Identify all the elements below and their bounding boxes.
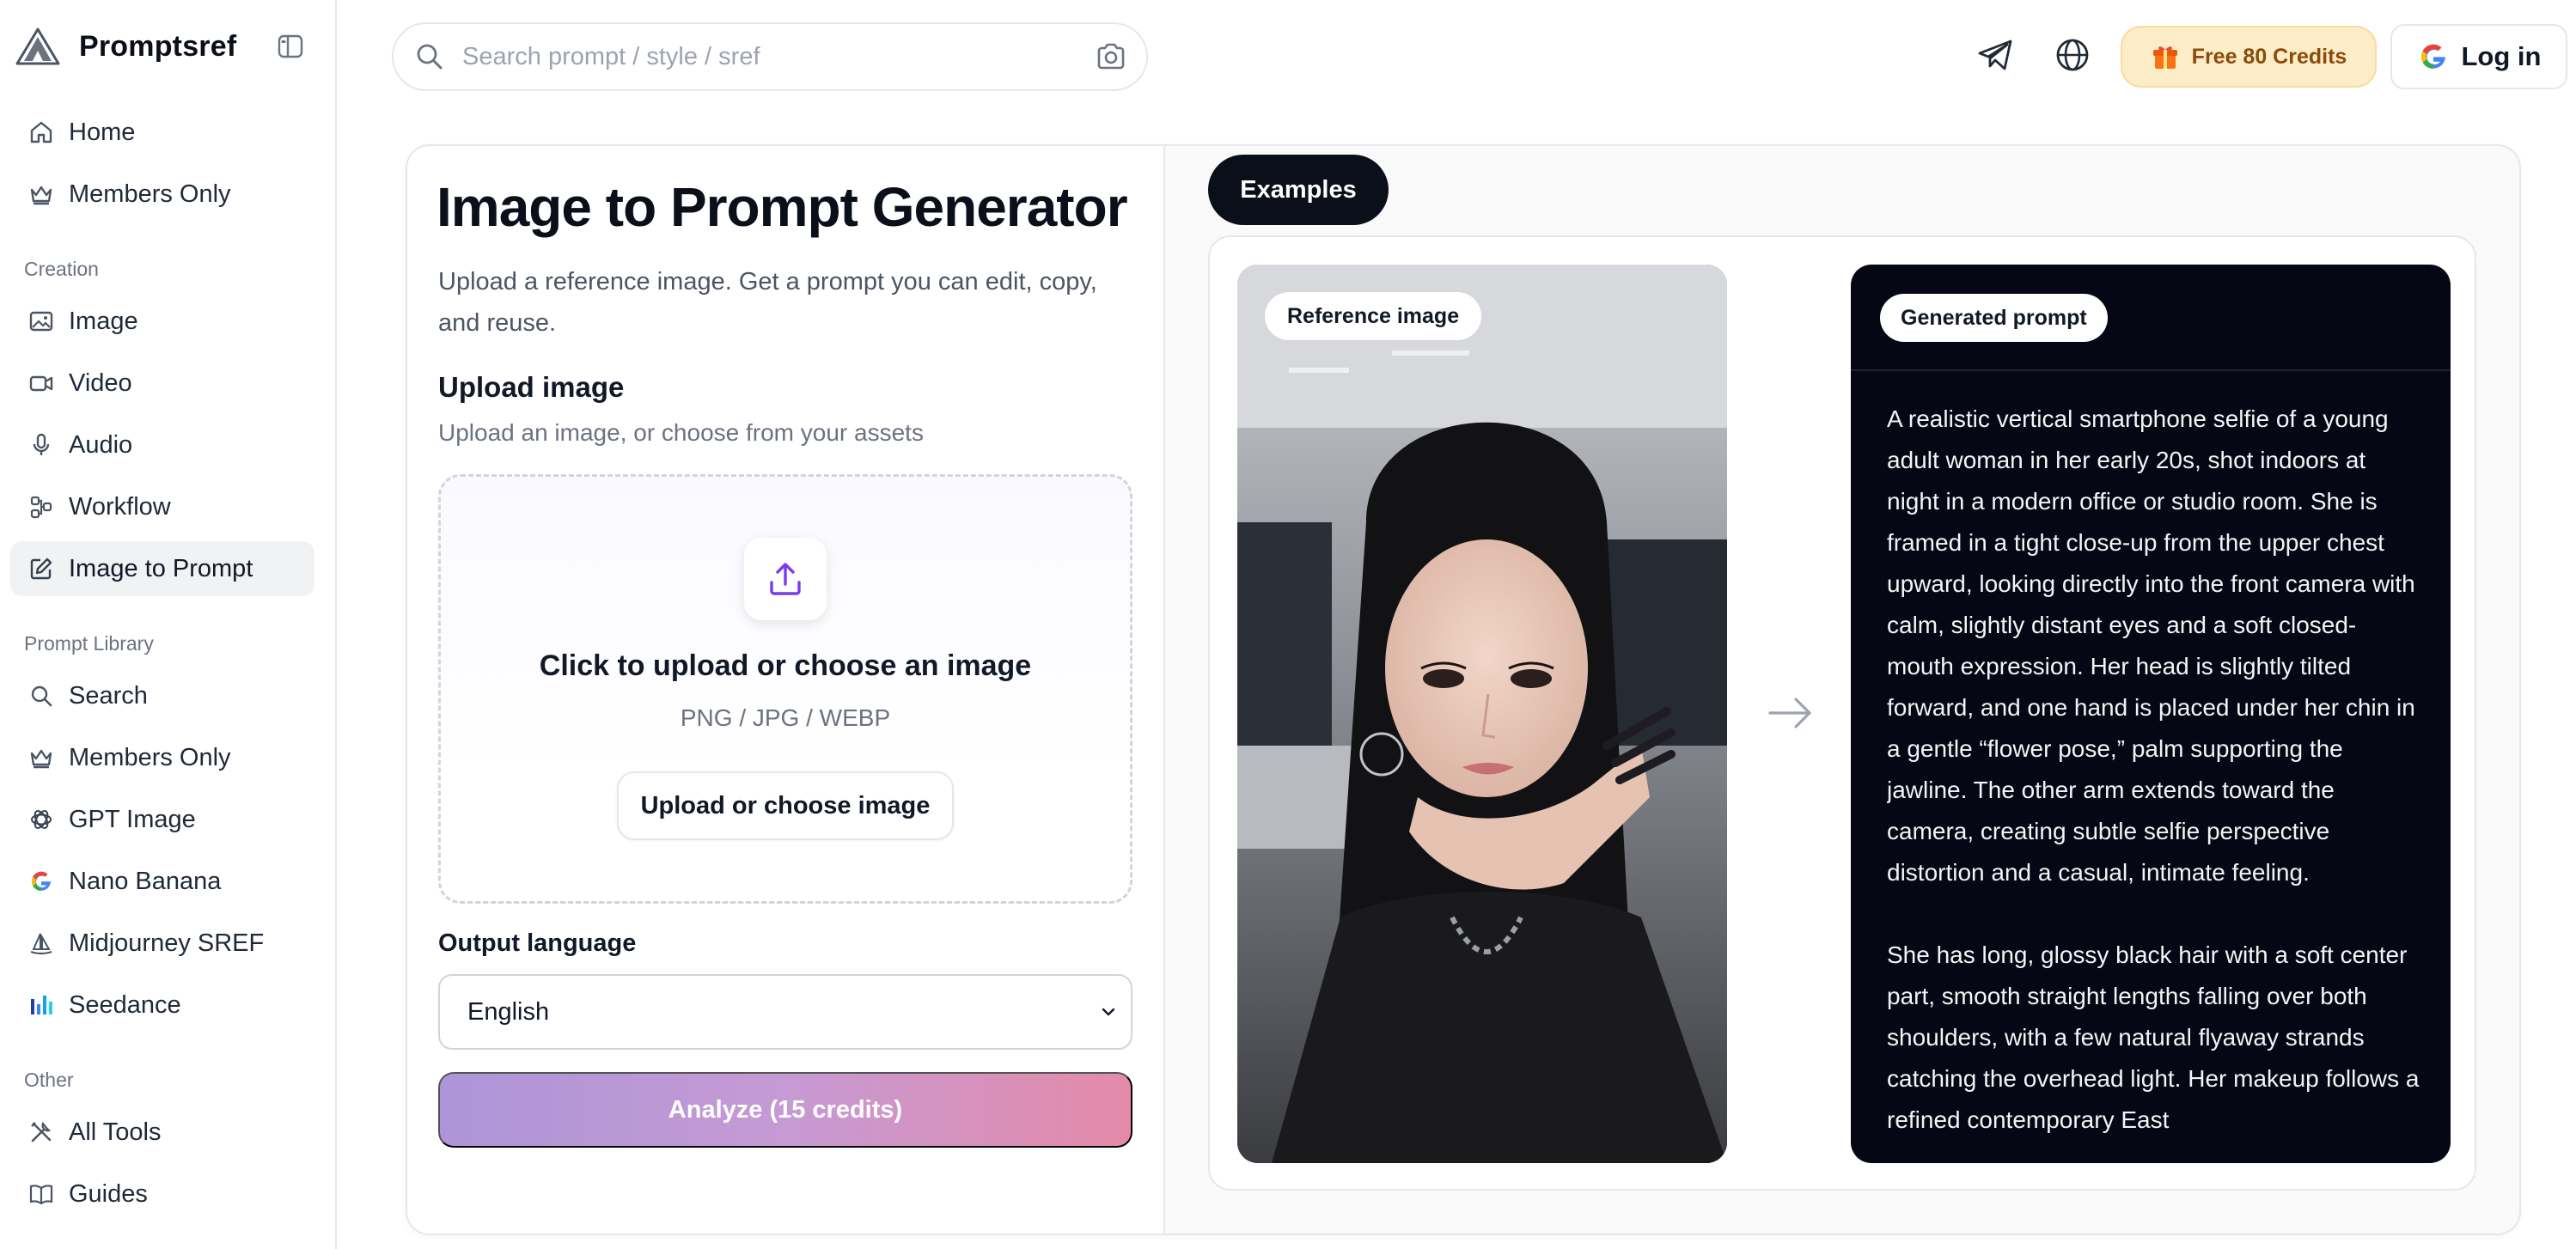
sidebar-item-label: GPT Image: [69, 805, 196, 833]
reference-image-badge: Reference image: [1265, 292, 1482, 340]
sidebar-item-seedance[interactable]: Seedance: [10, 978, 314, 1033]
section-label-other: Other: [24, 1069, 74, 1091]
login-label: Log in: [2461, 41, 2542, 71]
upload-icon: [744, 538, 827, 620]
sidebar-item-label: Members Only: [69, 743, 231, 771]
sidebar-item-home[interactable]: Home: [10, 105, 314, 160]
crown-icon: [27, 180, 55, 208]
output-language-select[interactable]: English: [438, 974, 1132, 1050]
sidebar-item-label: All Tools: [69, 1118, 162, 1146]
sidebar-item-gpt-image[interactable]: GPT Image: [10, 792, 314, 847]
globe-icon[interactable]: [2054, 36, 2091, 74]
sidebar-item-audio[interactable]: Audio: [10, 417, 314, 472]
analyze-button[interactable]: Analyze (15 credits): [438, 1072, 1132, 1148]
sidebar-item-members-only-library[interactable]: Members Only: [10, 730, 314, 785]
sidebar-item-workflow[interactable]: Workflow: [10, 479, 314, 534]
search-input[interactable]: [462, 42, 1095, 71]
prompt-divider: [1851, 369, 2451, 371]
camera-icon[interactable]: [1095, 40, 1127, 73]
pencil-icon: [27, 555, 55, 582]
sidebar-item-image[interactable]: Image: [10, 294, 314, 349]
search-bar[interactable]: [392, 22, 1148, 91]
home-icon: [27, 119, 55, 146]
section-label-creation: Creation: [24, 258, 99, 280]
bars-icon: [27, 991, 55, 1019]
section-label-prompt-library: Prompt Library: [24, 632, 154, 655]
sidebar-item-label: Members Only: [69, 180, 231, 208]
panel-divider: [1163, 146, 1165, 1234]
microphone-icon: [27, 431, 55, 459]
output-language-value: English: [467, 997, 550, 1026]
search-icon: [27, 682, 55, 710]
sidebar-item-label: Image to Prompt: [69, 554, 253, 582]
book-icon: [27, 1180, 55, 1208]
sidebar-item-label: Video: [69, 369, 132, 397]
video-icon: [27, 369, 55, 397]
login-button[interactable]: Log in: [2390, 24, 2567, 89]
upload-subheading: Upload an image, or choose from your ass…: [438, 419, 924, 446]
sidebar-item-label: Audio: [69, 430, 133, 459]
sidebar-item-all-tools[interactable]: All Tools: [10, 1105, 314, 1160]
prompt-paragraph: A realistic vertical smartphone selfie o…: [1887, 405, 2415, 886]
sidebar-item-search[interactable]: Search: [10, 668, 314, 723]
dropzone-formats: PNG / JPG / WEBP: [680, 704, 891, 731]
tab-examples[interactable]: Examples: [1208, 155, 1389, 225]
image-icon: [27, 308, 55, 335]
sailboat-icon: [27, 929, 55, 957]
sidebar-item-guides[interactable]: Guides: [10, 1167, 314, 1222]
output-language-label: Output language: [438, 929, 637, 957]
reference-image: [1237, 265, 1727, 1163]
sidebar-item-label: Guides: [69, 1179, 148, 1208]
brand-logo-icon: [15, 27, 60, 65]
sidebar-item-nano-banana[interactable]: Nano Banana: [10, 854, 314, 909]
page-subtitle: Upload a reference image. Get a prompt y…: [438, 268, 1097, 337]
google-icon: [27, 868, 55, 895]
search-icon: [417, 44, 443, 70]
generated-prompt-badge: Generated prompt: [1880, 294, 2108, 342]
sidebar-item-label: Home: [69, 118, 136, 146]
chevron-down-icon: [1102, 1008, 1115, 1016]
sidebar-item-label: Image: [69, 307, 138, 335]
brand[interactable]: Promptsref: [15, 24, 236, 69]
upload-choose-button[interactable]: Upload or choose image: [617, 771, 954, 840]
sidebar-item-label: Workflow: [69, 492, 171, 521]
sidebar-item-midjourney-sref[interactable]: Midjourney SREF: [10, 916, 314, 971]
openai-icon: [27, 806, 55, 833]
crown-icon: [27, 744, 55, 771]
sidebar-item-image-to-prompt[interactable]: Image to Prompt: [10, 541, 314, 596]
google-icon: [2420, 44, 2445, 69]
sidebar-collapse-icon[interactable]: [277, 33, 304, 60]
sidebar-item-label: Search: [69, 681, 148, 710]
tools-icon: [27, 1118, 55, 1146]
brand-name: Promptsref: [79, 29, 237, 63]
arrow-right-icon: [1768, 698, 1811, 728]
telegram-icon[interactable]: [1976, 36, 2014, 74]
sidebar-item-video[interactable]: Video: [10, 356, 314, 411]
workflow-icon: [27, 493, 55, 521]
sidebar-item-label: Nano Banana: [69, 867, 222, 895]
sidebar-item-label: Midjourney SREF: [69, 929, 265, 957]
sidebar-item-label: Seedance: [69, 990, 181, 1019]
free-credits-label: Free 80 Credits: [2191, 44, 2347, 69]
free-credits-button[interactable]: Free 80 Credits: [2121, 26, 2377, 88]
prompt-paragraph: She has long, glossy black hair with a s…: [1887, 941, 2420, 1133]
gift-icon: [2152, 46, 2177, 69]
generated-prompt-text: A realistic vertical smartphone selfie o…: [1887, 399, 2421, 1163]
page-title: Image to Prompt Generator: [436, 176, 1128, 238]
sidebar-item-members-only[interactable]: Members Only: [10, 167, 314, 222]
upload-heading: Upload image: [438, 371, 625, 403]
dropzone-title: Click to upload or choose an image: [539, 649, 1032, 682]
